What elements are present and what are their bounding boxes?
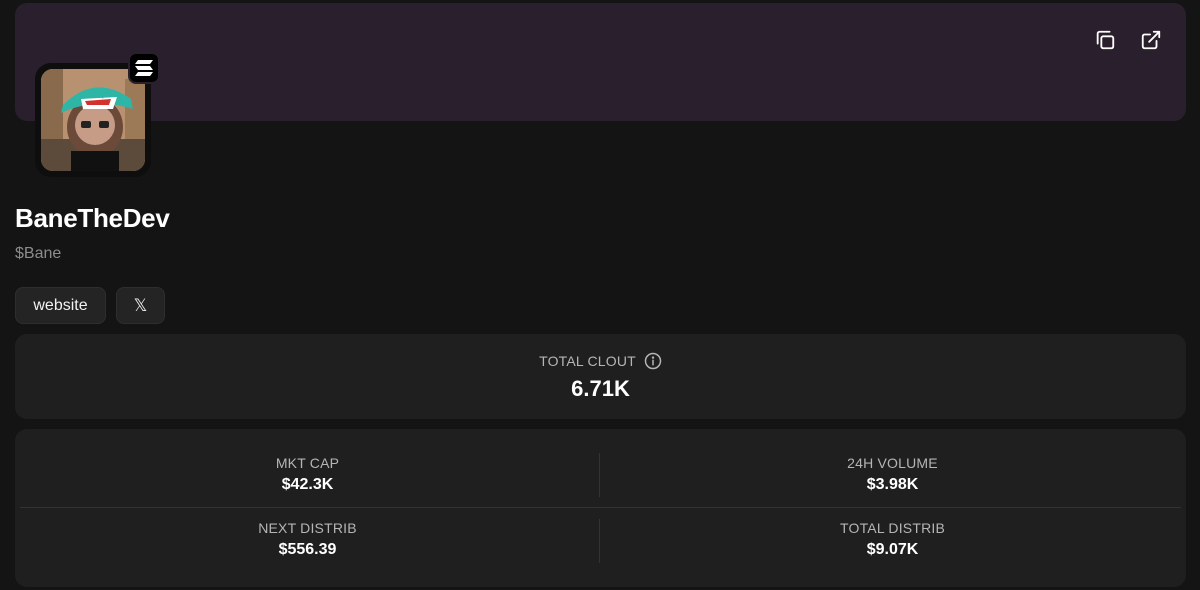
copy-button[interactable] bbox=[1092, 27, 1118, 53]
open-external-button[interactable] bbox=[1138, 27, 1164, 53]
token-stats-card: MKT CAP $42.3K 24H VOLUME $3.98K NEXT DI… bbox=[15, 429, 1186, 587]
divider bbox=[20, 507, 1181, 508]
token-ticker: $Bane bbox=[15, 245, 62, 262]
x-icon: 𝕏 bbox=[133, 295, 148, 315]
solana-icon bbox=[135, 60, 153, 76]
total-clout-value: 6.71K bbox=[571, 375, 630, 401]
stat-total-distrib: TOTAL DISTRIB $9.07K bbox=[600, 520, 1185, 559]
stat-label: MKT CAP bbox=[275, 455, 340, 471]
stat-value: $9.07K bbox=[866, 541, 919, 558]
profile-banner bbox=[15, 3, 1186, 121]
copy-icon bbox=[1096, 30, 1115, 50]
info-icon[interactable] bbox=[644, 352, 662, 370]
stat-label: NEXT DISTRIB bbox=[258, 520, 357, 536]
stat-label: 24H VOLUME bbox=[847, 455, 938, 471]
character-illustration bbox=[41, 69, 145, 171]
token-name: BaneTheDev bbox=[15, 203, 170, 233]
stat-label: TOTAL DISTRIB bbox=[839, 520, 946, 536]
stat-next-distrib: NEXT DISTRIB $556.39 bbox=[15, 520, 600, 559]
stat-24h-volume: 24H VOLUME $3.98K bbox=[600, 455, 1185, 494]
website-button-label: website bbox=[33, 296, 88, 314]
website-button[interactable]: website bbox=[15, 287, 106, 324]
stat-value: $42.3K bbox=[281, 476, 334, 493]
chain-badge bbox=[128, 52, 160, 84]
total-clout-card: TOTAL CLOUT 6.71K bbox=[15, 334, 1186, 419]
stat-value: $556.39 bbox=[278, 541, 337, 558]
token-profile-page: BaneTheDev $Bane website 𝕏 TOTAL CLOUT 6… bbox=[0, 0, 1200, 590]
total-clout-label: TOTAL CLOUT bbox=[539, 352, 636, 369]
external-link-icon bbox=[1141, 30, 1161, 50]
total-clout-header: TOTAL CLOUT bbox=[539, 352, 662, 370]
x-link-button[interactable]: 𝕏 bbox=[116, 287, 165, 324]
avatar-image bbox=[41, 69, 145, 171]
stat-value: $3.98K bbox=[866, 476, 919, 493]
stat-mkt-cap: MKT CAP $42.3K bbox=[15, 455, 600, 494]
